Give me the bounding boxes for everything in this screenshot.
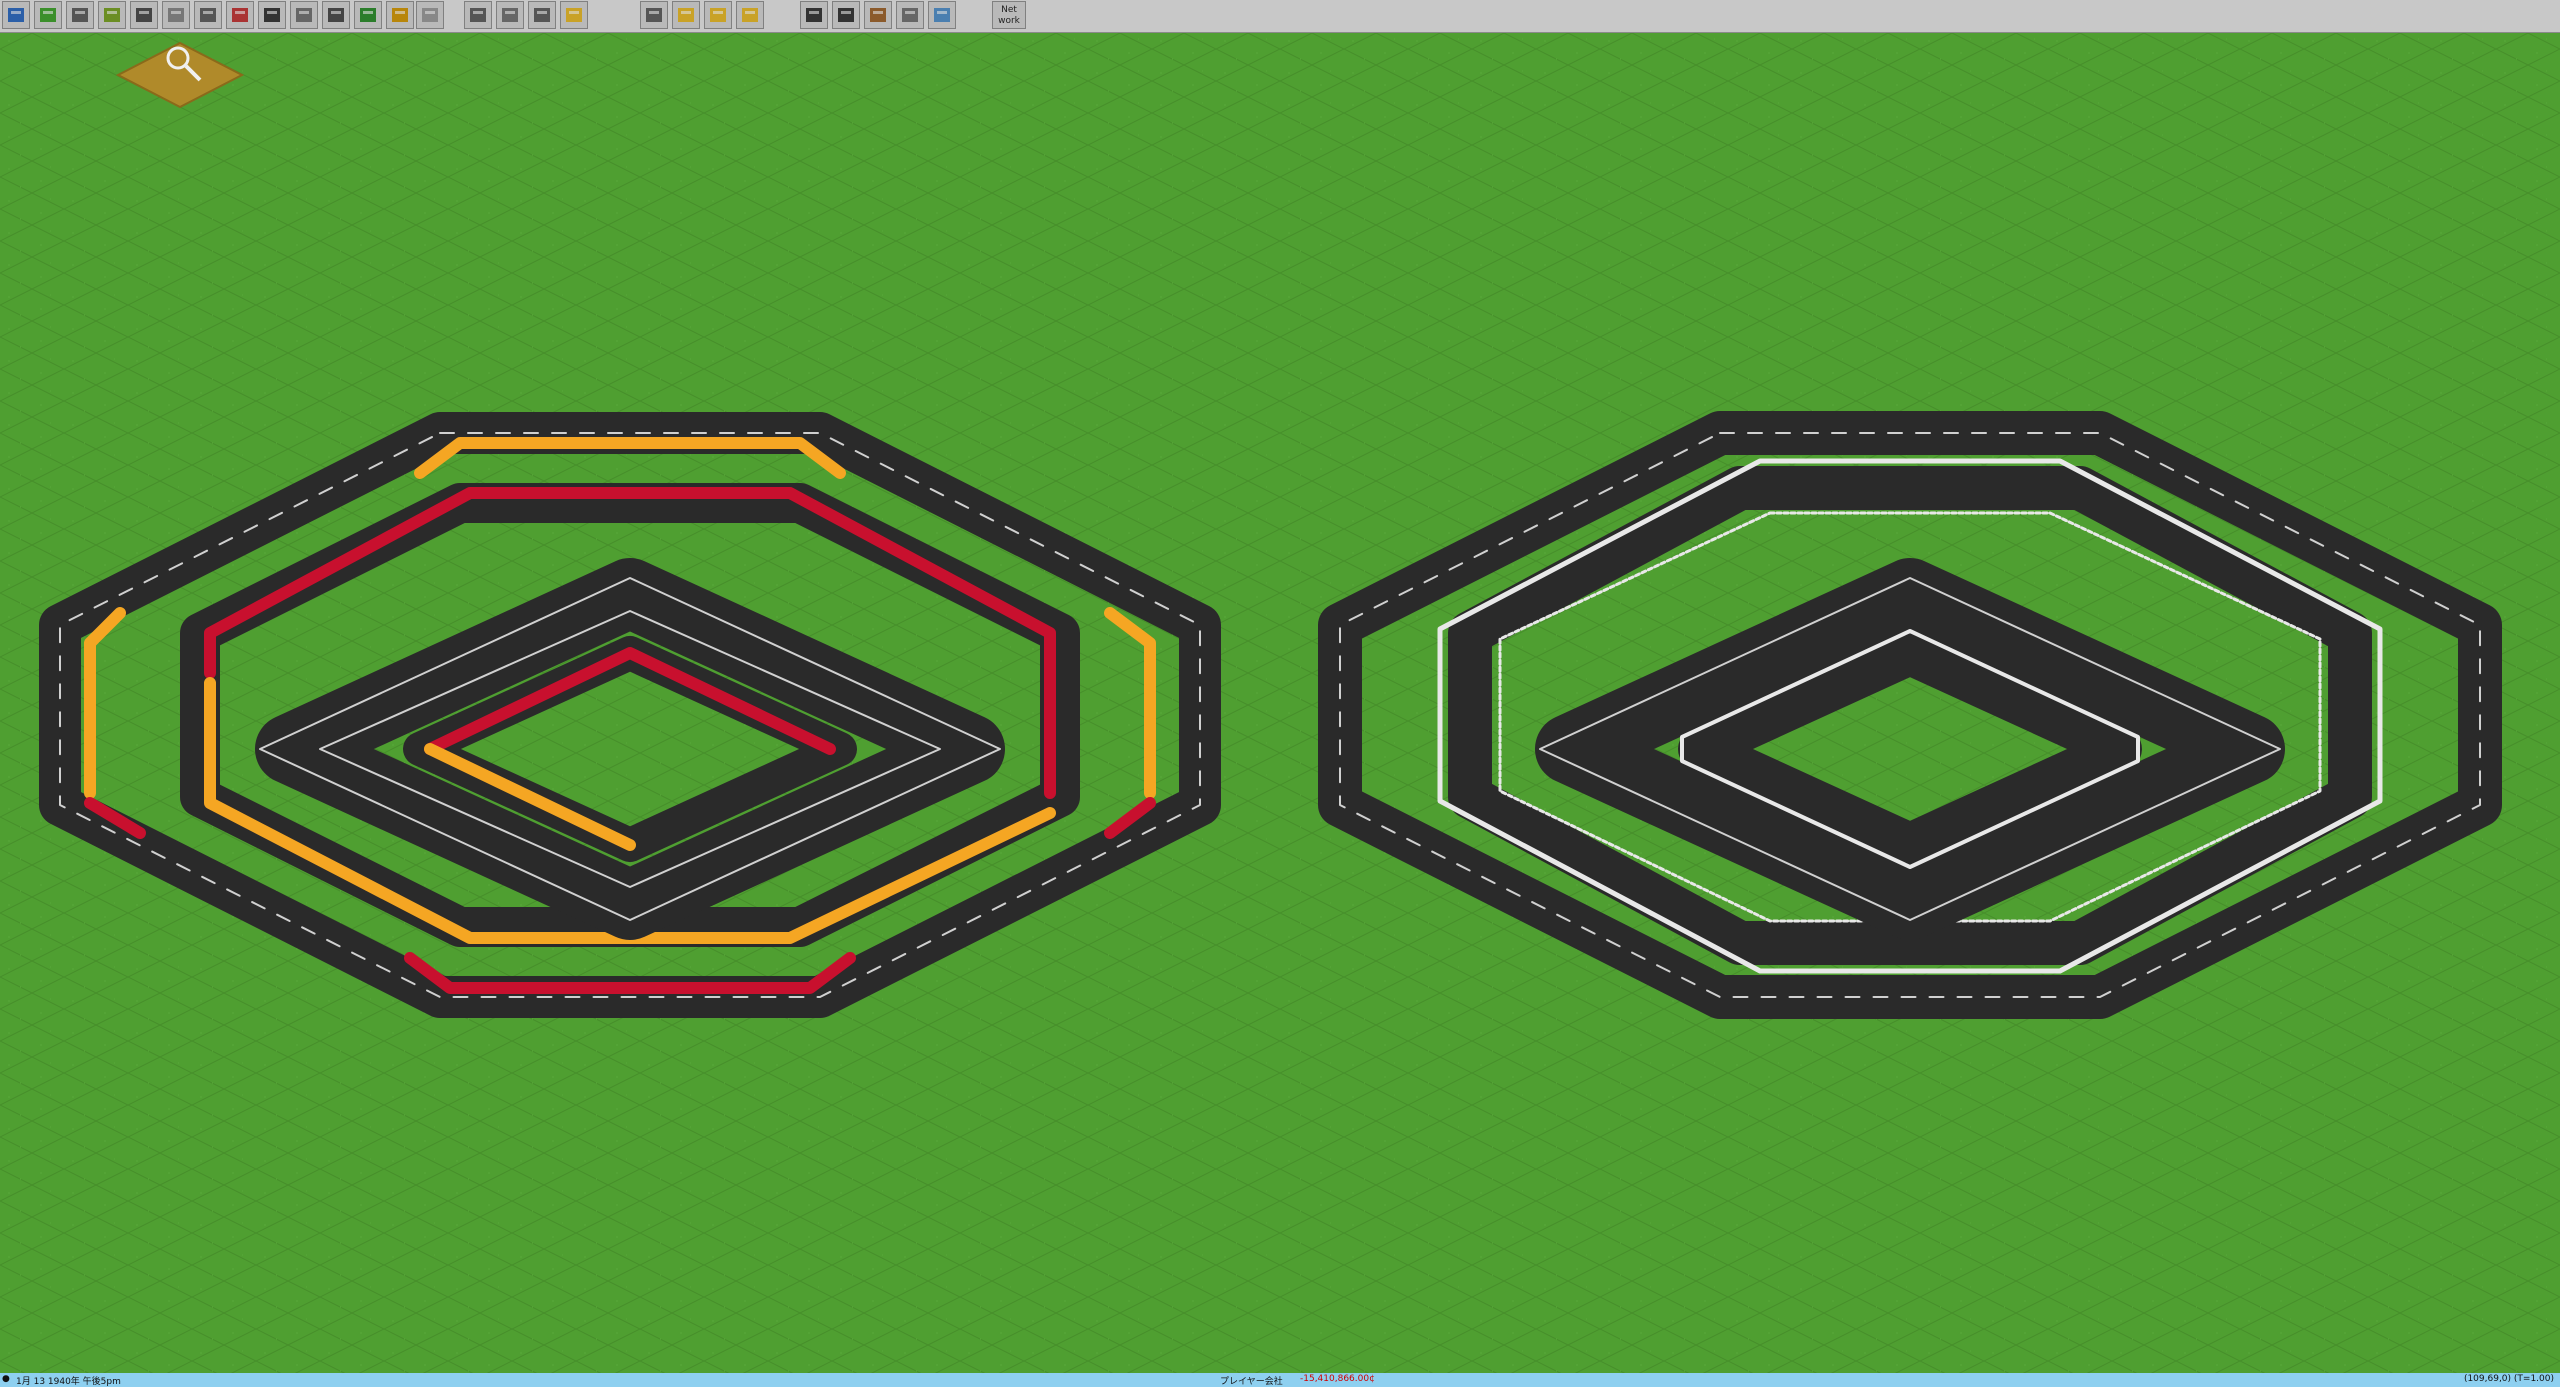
pause-icon[interactable] xyxy=(704,1,732,29)
network-label-2: work xyxy=(998,16,1020,26)
main-toolbar xyxy=(0,0,2560,33)
depot-icon[interactable] xyxy=(528,1,556,29)
finance-icon[interactable] xyxy=(560,1,588,29)
industry-icon[interactable] xyxy=(354,1,382,29)
game-map[interactable] xyxy=(0,33,2560,1373)
map-icon[interactable] xyxy=(34,1,62,29)
status-money: -15,410,866.00¢ xyxy=(1300,1374,1375,1384)
zoom-in-icon[interactable] xyxy=(800,1,828,29)
status-coordinates: (109,69,0) (T=1.00) xyxy=(2463,1374,2554,1384)
status-player-company: プレイヤー会社 xyxy=(1220,1377,1283,1387)
status-info-icon[interactable]: ● xyxy=(2,1374,10,1384)
tools-icon[interactable] xyxy=(386,1,414,29)
schedule-icon[interactable] xyxy=(416,1,444,29)
network-label-1: Net xyxy=(1001,5,1017,15)
tram-icon[interactable] xyxy=(194,1,222,29)
help-icon[interactable] xyxy=(736,1,764,29)
truck-icon[interactable] xyxy=(322,1,350,29)
airport-icon[interactable] xyxy=(290,1,318,29)
rail-icon[interactable] xyxy=(130,1,158,29)
screenshot-icon[interactable] xyxy=(640,1,668,29)
road-icon[interactable] xyxy=(258,1,286,29)
grid-icon[interactable] xyxy=(896,1,924,29)
line-list-icon[interactable] xyxy=(464,1,492,29)
slope-icon[interactable] xyxy=(864,1,892,29)
status-bar: ● 1月 13 1940年 午後5pm プレイヤー会社 -15,410,866.… xyxy=(0,1373,2560,1387)
magnifier-icon[interactable] xyxy=(66,1,94,29)
sound-icon[interactable] xyxy=(672,1,700,29)
status-date: 1月 13 1940年 午後5pm xyxy=(16,1377,121,1387)
network-button[interactable]: Net work xyxy=(992,1,1026,29)
monorail-icon[interactable] xyxy=(162,1,190,29)
list-icon[interactable] xyxy=(496,1,524,29)
rotate-icon[interactable] xyxy=(928,1,956,29)
ship-icon[interactable] xyxy=(226,1,254,29)
save-icon[interactable] xyxy=(2,1,30,29)
terrain-icon[interactable] xyxy=(98,1,126,29)
zoom-out-icon[interactable] xyxy=(832,1,860,29)
